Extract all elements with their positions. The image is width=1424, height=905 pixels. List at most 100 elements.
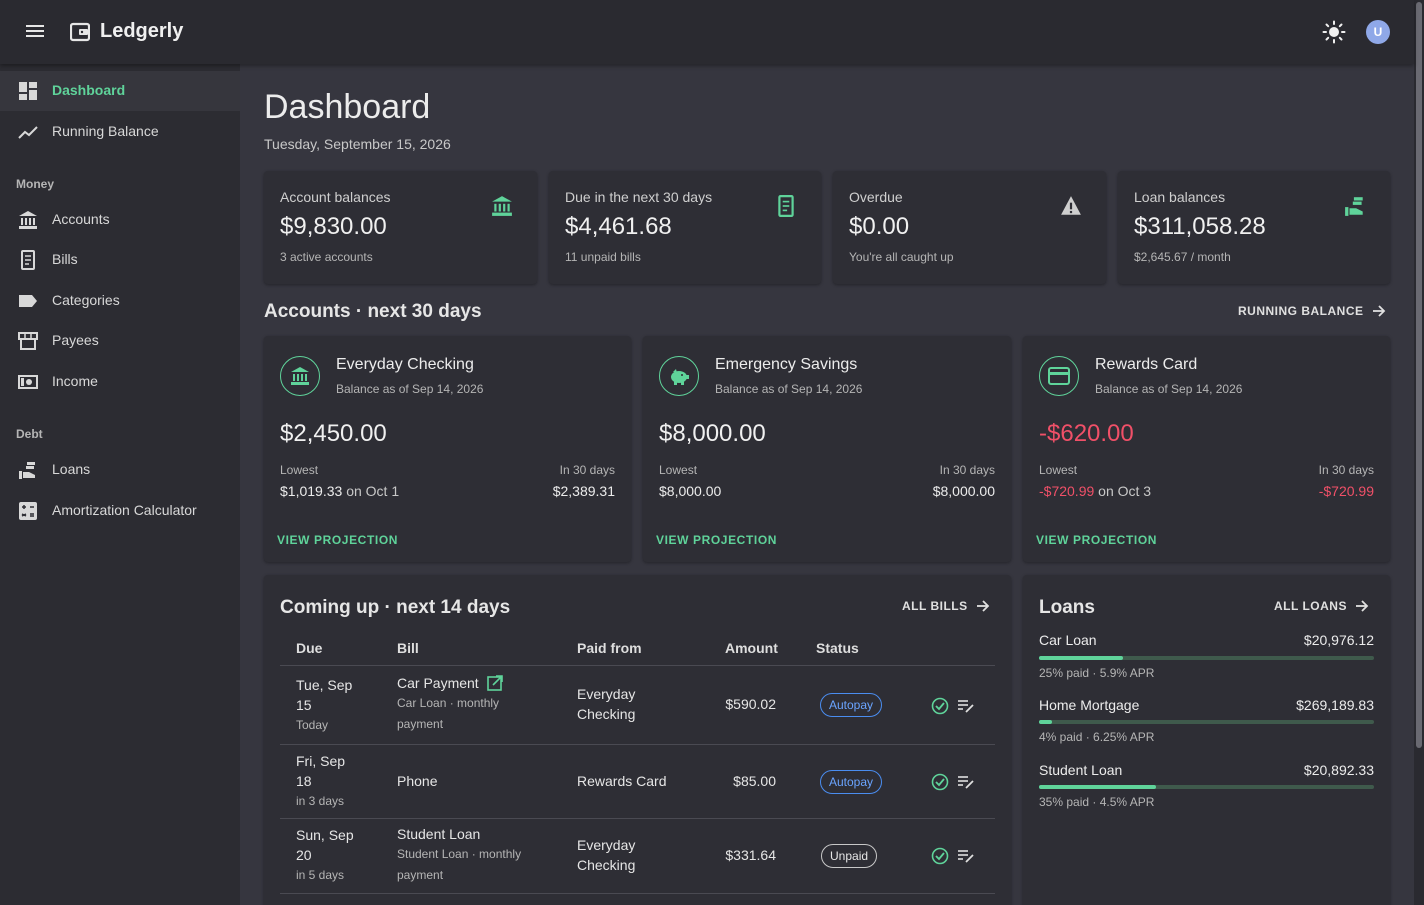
bill-info: Phone (397, 771, 437, 791)
account-balance: -$620.00 (1039, 420, 1134, 447)
account-name: Emergency Savings (715, 356, 858, 373)
page-date: Tuesday, September 15, 2026 (264, 136, 451, 152)
due-date-line: Fri, Sep (296, 753, 346, 769)
column-header-status[interactable]: Status (816, 640, 859, 656)
column-header-bill[interactable]: Bill (397, 640, 419, 656)
lowest-amount: -$720.99 (1039, 483, 1095, 499)
accounts-section-title: Accounts · next 30 days (264, 301, 482, 322)
loan-progress-bar (1039, 785, 1374, 789)
app-name[interactable]: Ledgerly (100, 20, 183, 43)
status-badge: Unpaid (821, 844, 878, 868)
theme-toggle-sun-icon[interactable] (1322, 20, 1346, 44)
sidebar-item-income[interactable]: Income (0, 362, 240, 402)
stat-subtitle: You're all caught up (849, 250, 954, 264)
sidebar-item-dashboard[interactable]: Dashboard (0, 71, 240, 111)
loan-balance: $20,892.33 (1303, 762, 1374, 778)
bill-name[interactable]: Phone (397, 773, 437, 789)
stat-value: $4,461.68 (565, 213, 672, 240)
stat-value: $0.00 (849, 213, 910, 240)
due-relative: in 5 days (296, 868, 345, 882)
sidebar-item-loans[interactable]: Loans (0, 450, 240, 490)
account-icon-circle (659, 356, 699, 396)
bill-name[interactable]: Student Loan (397, 824, 521, 844)
table-row[interactable] (280, 893, 995, 905)
all-loans-link-label: ALL LOANS (1274, 599, 1347, 613)
column-header-paid-from[interactable]: Paid from (577, 640, 642, 656)
sidebar-item-label: Loans (52, 461, 91, 477)
view-projection-button[interactable]: VIEW PROJECTION (1036, 533, 1157, 547)
sidebar-item-categories[interactable]: Categories (0, 281, 240, 321)
edit-notes-icon[interactable] (957, 774, 975, 790)
loan-item-home-mortgage[interactable]: Home Mortgage $269,189.83 4% paid · 6.25… (1039, 697, 1374, 752)
sidebar-item-accounts[interactable]: Accounts (0, 200, 240, 240)
in-30-days-value: $2,389.31 (552, 483, 615, 499)
column-header-due[interactable]: Due (296, 640, 322, 656)
mark-paid-check-icon[interactable] (931, 847, 949, 865)
all-loans-link[interactable]: ALL LOANS (1274, 599, 1369, 613)
loan-item-student-loan[interactable]: Student Loan $20,892.33 35% paid · 4.5% … (1039, 762, 1374, 817)
bank-icon (19, 211, 37, 229)
all-bills-link[interactable]: ALL BILLS (902, 599, 990, 613)
mark-paid-check-icon[interactable] (931, 773, 949, 791)
due-date-line: Sun, Sep (296, 827, 354, 843)
sidebar-item-bills[interactable]: Bills (0, 240, 240, 280)
loan-name: Home Mortgage (1039, 697, 1140, 713)
bill-subtitle: Student Loan · monthly (397, 847, 522, 861)
scrollbar-thumb[interactable] (1416, 2, 1422, 748)
stat-subtitle: 3 active accounts (280, 250, 373, 264)
account-balance: $2,450.00 (280, 420, 387, 447)
sidebar-item-payees[interactable]: Payees (0, 321, 240, 361)
loans-section-title: Loans (1039, 597, 1095, 618)
page-scrollbar[interactable] (1414, 0, 1424, 905)
view-projection-button[interactable]: VIEW PROJECTION (656, 533, 777, 547)
due-date: Sun, Sep 20 in 5 days (296, 825, 354, 886)
hand-coins-icon (19, 462, 35, 479)
receipt-icon (778, 195, 794, 217)
account-name: Everyday Checking (336, 356, 474, 373)
paid-from-line: Rewards Card (577, 773, 667, 789)
due-date-day: 18 (296, 773, 312, 789)
edit-notes-icon[interactable] (957, 698, 975, 714)
bill-amount: $590.02 (725, 696, 776, 712)
paid-from-line-2: Checking (577, 706, 636, 722)
mark-paid-check-icon[interactable] (931, 697, 949, 715)
page-title: Dashboard (264, 88, 431, 126)
running-balance-link[interactable]: RUNNING BALANCE (1238, 304, 1386, 318)
menu-icon[interactable] (24, 22, 46, 42)
column-header-amount[interactable]: Amount (725, 640, 778, 656)
sidebar-item-running-balance[interactable]: Running Balance (0, 112, 240, 152)
trending-line-icon (18, 126, 38, 139)
label-icon (19, 295, 37, 307)
dashboard-icon (19, 82, 37, 100)
stat-card-due-next-30-days: Due in the next 30 days $4,461.68 11 unp… (549, 171, 821, 284)
bill-subtitle-2: payment (397, 717, 444, 731)
loan-progress-fill (1039, 656, 1123, 660)
loan-item-car-loan[interactable]: Car Loan $20,976.12 25% paid · 5.9% APR (1039, 632, 1374, 687)
account-icon-circle (1039, 356, 1079, 396)
edit-notes-icon[interactable] (957, 848, 975, 864)
table-row[interactable] (280, 818, 995, 893)
sidebar-item-amortization-calculator[interactable]: Amortization Calculator (0, 491, 240, 531)
stat-value: $311,058.28 (1134, 213, 1266, 240)
loan-progress-fill (1039, 720, 1053, 724)
open-external-icon[interactable] (486, 675, 503, 691)
loan-progress-bar (1039, 720, 1374, 724)
avatar[interactable]: U (1366, 20, 1390, 44)
status-badge: Autopay (820, 770, 883, 794)
due-date: Tue, Sep 15 Today (296, 675, 352, 736)
lowest-value: -$720.99 on Oct 3 (1039, 483, 1151, 499)
table-row[interactable] (280, 665, 995, 744)
sidebar-section-money: Money (16, 177, 55, 191)
receipt-icon (21, 250, 35, 270)
loan-balance: $269,189.83 (1296, 697, 1374, 713)
stat-subtitle: 11 unpaid bills (565, 250, 641, 264)
paid-from: Rewards Card (577, 771, 666, 791)
bill-name[interactable]: Car Payment (397, 673, 479, 693)
loan-balance: $20,976.12 (1303, 632, 1374, 648)
stat-title: Loan balances (1134, 189, 1226, 205)
view-projection-button[interactable]: VIEW PROJECTION (277, 533, 398, 547)
arrow-right-icon (1355, 600, 1369, 612)
wallet-logo-icon (70, 22, 90, 42)
due-date-line: Tue, Sep (296, 677, 353, 693)
running-balance-link-label: RUNNING BALANCE (1238, 304, 1364, 318)
